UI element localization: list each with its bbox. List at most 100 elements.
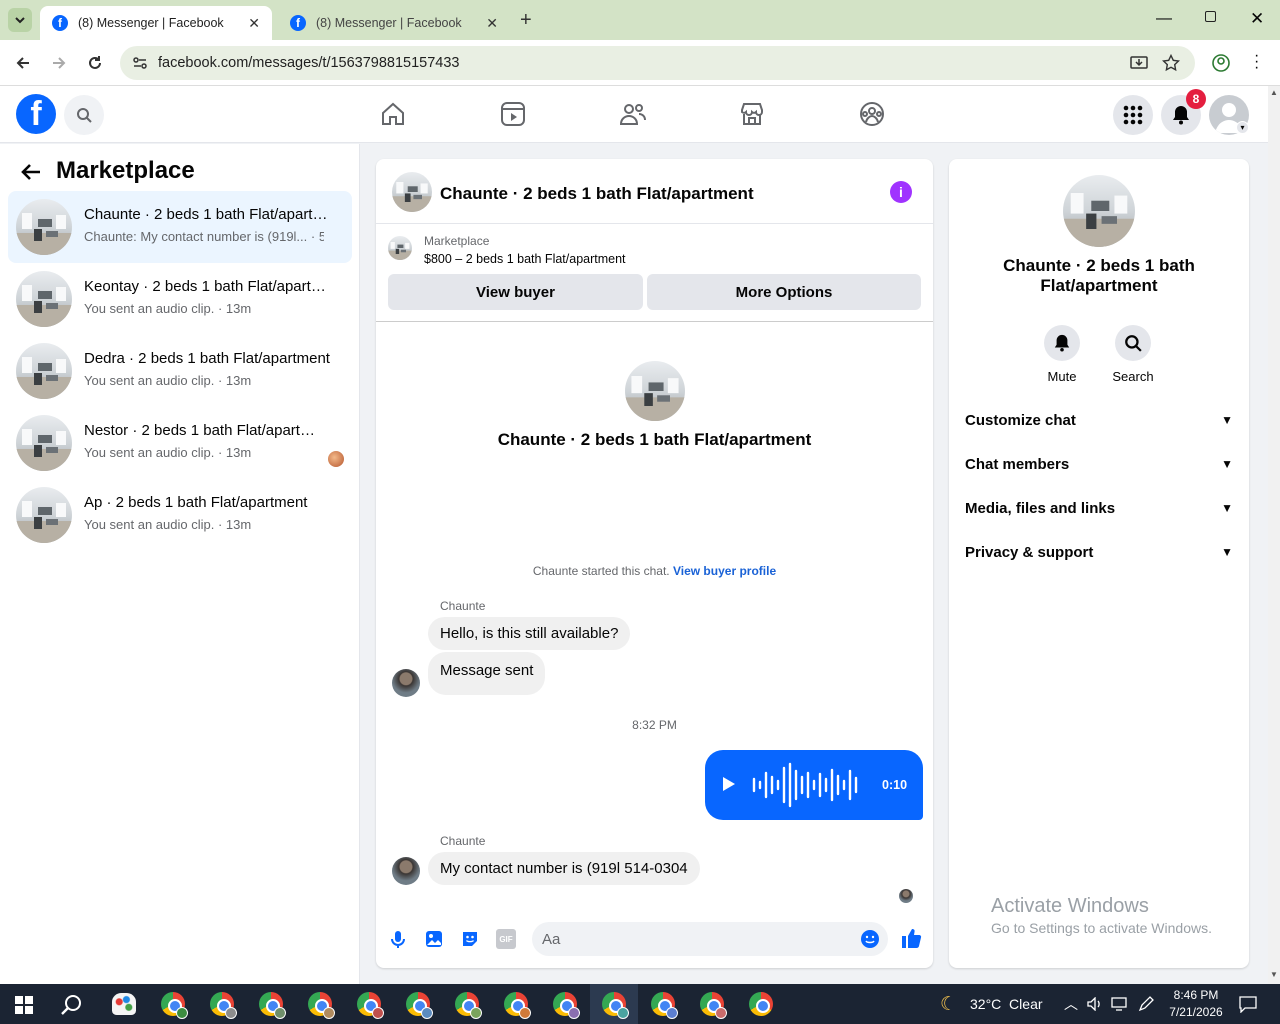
weather-moon-icon[interactable]: ☾ (940, 993, 957, 1016)
gif-icon[interactable]: GIF (496, 929, 516, 949)
chrome-app-icon[interactable] (308, 992, 335, 1019)
listing-price-title[interactable]: $800 – 2 beds 1 bath Flat/apartment (424, 252, 626, 266)
audio-message[interactable]: 0:10 (705, 750, 923, 820)
search-icon[interactable] (61, 994, 83, 1016)
restore-button[interactable] (1205, 11, 1216, 22)
sender-avatar[interactable] (392, 857, 420, 885)
volume-icon[interactable] (1087, 997, 1103, 1011)
close-tab-icon[interactable]: ✕ (486, 15, 498, 32)
pen-icon[interactable] (1138, 996, 1154, 1012)
grid-menu-icon (1123, 105, 1143, 125)
customize-chat-section[interactable]: Customize chat ▼ (965, 398, 1233, 442)
chrome-app-icon[interactable] (504, 992, 531, 1019)
reload-button[interactable] (84, 52, 106, 74)
conversation-name: Chaunte · 2 beds 1 bath Flat/apartment (84, 206, 334, 223)
mute-button[interactable]: Mute (1032, 325, 1092, 384)
profile-icon[interactable] (1212, 54, 1230, 72)
view-buyer-button[interactable]: View buyer (388, 274, 643, 310)
incoming-message[interactable]: Hello, is this still available? (428, 617, 631, 650)
site-settings-icon[interactable] (132, 55, 148, 71)
bookmark-star-icon[interactable] (1162, 54, 1180, 72)
windows-taskbar: ☾ 32°C Clear ︿ 8:46 PM 7/21/2026 (0, 984, 1280, 1024)
privacy-support-section[interactable]: Privacy & support ▼ (965, 530, 1233, 574)
search-in-chat-button[interactable]: Search (1103, 325, 1163, 384)
back-button[interactable] (12, 52, 34, 74)
groups-icon[interactable] (858, 100, 886, 128)
network-icon[interactable] (1111, 997, 1127, 1011)
browser-menu-icon[interactable]: · · · (1254, 48, 1259, 76)
media-files-links-section[interactable]: Media, files and links ▼ (965, 486, 1233, 530)
emoji-icon[interactable] (860, 929, 880, 949)
minimize-button[interactable]: — (1156, 10, 1172, 28)
chrome-app-icon[interactable] (259, 992, 286, 1019)
facebook-logo-icon[interactable]: f (16, 94, 56, 134)
browser-tab-1[interactable]: f (8) Messenger | Facebook ✕ (40, 6, 272, 40)
video-icon[interactable] (499, 100, 527, 128)
conversation-item[interactable]: Ap · 2 beds 1 bath Flat/apartment You se… (8, 479, 352, 551)
chat-members-section[interactable]: Chat members ▼ (965, 442, 1233, 486)
chrome-app-icon[interactable] (406, 992, 433, 1019)
menu-button[interactable] (1113, 95, 1153, 135)
chrome-app-icon[interactable] (651, 992, 678, 1019)
new-tab-button[interactable]: + (520, 9, 532, 32)
conversation-item[interactable]: Keontay · 2 beds 1 bath Flat/apartment Y… (8, 263, 352, 335)
marketplace-icon[interactable] (738, 100, 766, 128)
tray-chevron-icon[interactable]: ︿ (1064, 994, 1078, 1014)
incoming-message[interactable]: Message sent (428, 652, 546, 695)
chat-title[interactable]: Chaunte · 2 beds 1 bath Flat/apartment (440, 184, 754, 204)
play-icon[interactable] (723, 777, 735, 791)
close-tab-icon[interactable]: ✕ (248, 15, 260, 32)
windows-start-icon[interactable] (15, 996, 33, 1014)
microphone-icon[interactable] (388, 929, 408, 949)
paint-app-icon[interactable] (112, 993, 136, 1015)
chevron-down-icon (15, 17, 25, 24)
chrome-app-icon[interactable] (553, 992, 580, 1019)
url-text[interactable]: facebook.com/messages/t/1563798815157433 (158, 55, 460, 71)
chrome-app-icon[interactable] (700, 992, 727, 1019)
sticker-icon[interactable] (460, 929, 480, 949)
browser-tab-2[interactable]: f (8) Messenger | Facebook ✕ (278, 6, 510, 40)
conversation-item[interactable]: Chaunte · 2 beds 1 bath Flat/apartment C… (8, 191, 352, 263)
chat-avatar[interactable] (392, 172, 432, 212)
notification-count-badge: 8 (1186, 89, 1206, 109)
scroll-up-icon[interactable]: ▲ (1270, 88, 1278, 97)
back-arrow-icon[interactable] (20, 161, 42, 183)
like-thumb-icon[interactable] (900, 927, 922, 949)
conversation-item[interactable]: Nestor · 2 beds 1 bath Flat/apartment Yo… (8, 407, 352, 479)
chrome-app-icon[interactable] (357, 992, 384, 1019)
notification-center-icon[interactable] (1239, 995, 1257, 1013)
chrome-app-icon[interactable] (210, 992, 237, 1019)
watermark-line1: Activate Windows (991, 895, 1149, 917)
chat-profile-avatar[interactable] (1063, 175, 1135, 247)
account-chevron-icon[interactable]: ▾ (1236, 121, 1249, 134)
conversation-item[interactable]: Dedra · 2 beds 1 bath Flat/apartment You… (8, 335, 352, 407)
chrome-app-icon[interactable] (602, 992, 629, 1019)
info-icon[interactable]: i (890, 181, 912, 203)
friends-icon[interactable] (619, 100, 647, 128)
page-scrollbar[interactable]: ▲ ▼ (1268, 86, 1280, 984)
incoming-message[interactable]: My contact number is (919l 514-0304 (428, 852, 700, 885)
install-app-icon[interactable] (1130, 54, 1148, 72)
photo-icon[interactable] (424, 929, 444, 949)
clock-time[interactable]: 8:46 PM (1172, 988, 1220, 1002)
activate-windows-watermark: Activate Windows Go to Settings to activ… (991, 895, 1212, 936)
tab-title: (8) Messenger | Facebook (316, 16, 462, 30)
omnibox[interactable]: facebook.com/messages/t/1563798815157433 (120, 46, 1195, 80)
sender-avatar[interactable] (392, 669, 420, 697)
home-icon[interactable] (379, 100, 407, 128)
clock-date[interactable]: 7/21/2026 (1164, 1005, 1228, 1019)
chrome-app-icon[interactable] (455, 992, 482, 1019)
message-input[interactable] (532, 922, 888, 956)
chrome-app-icon[interactable] (749, 992, 773, 1016)
search-button[interactable] (64, 95, 104, 135)
arrow-right-icon (53, 57, 66, 69)
more-options-button[interactable]: More Options (647, 274, 921, 310)
view-buyer-profile-link[interactable]: View buyer profile (673, 564, 776, 578)
scroll-down-icon[interactable]: ▼ (1270, 970, 1278, 979)
forward-button[interactable] (48, 52, 70, 74)
chrome-app-icon[interactable] (161, 992, 188, 1019)
conversation-name: Keontay · 2 beds 1 bath Flat/apartment (84, 278, 334, 295)
weather-text[interactable]: 32°C Clear (970, 996, 1043, 1012)
tab-search-button[interactable] (8, 8, 32, 32)
close-window-button[interactable]: ✕ (1250, 9, 1264, 29)
